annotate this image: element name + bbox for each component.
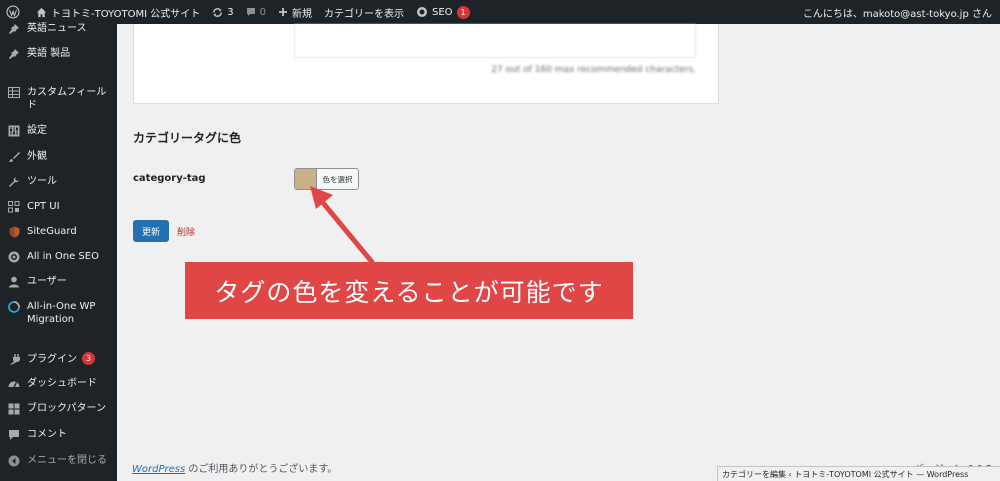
browser-status-bar: カテゴリーを編集 ‹ トヨトミ-TOYOTOMI 公式サイト — WordPre…: [717, 466, 1000, 481]
grid-icon: [7, 86, 21, 99]
admin-sidebar: 英語ニュース 英語 製品 カスタムフィールド 設定 外観 ツール CPT UI …: [0, 22, 117, 481]
sidebar-item-dashboard[interactable]: ダッシュボード: [0, 377, 117, 390]
sidebar-item-comments[interactable]: コメント: [0, 428, 117, 441]
sidebar-item-block-patterns[interactable]: ブロックパターン: [0, 402, 117, 415]
refresh-icon: [213, 7, 223, 17]
pin-icon: [7, 22, 21, 35]
character-count: 27 out of 160 max recommended characters…: [491, 65, 696, 75]
aioseo-gear-icon: [416, 7, 427, 17]
sidebar-item-custom-fields[interactable]: カスタムフィールド: [0, 86, 117, 112]
comment-icon: [7, 428, 21, 441]
pin-icon: [7, 47, 21, 60]
sidebar-item-label: ツール: [27, 176, 57, 187]
sidebar-item-settings[interactable]: 設定: [0, 124, 117, 137]
sidebar-item-label: メニューを閉じる: [27, 455, 107, 466]
seo-settings-panel: 27 out of 160 max recommended characters…: [133, 24, 719, 104]
sidebar-item-label: ブロックパターン: [27, 403, 106, 414]
sidebar-item-label: カスタムフィールド: [27, 87, 107, 111]
migration-icon: [7, 300, 21, 313]
plugin-updates-badge: 3: [82, 352, 95, 365]
brush-icon: [7, 150, 21, 163]
sidebar-item-label: 外観: [27, 151, 47, 162]
thanks-text: のご利用ありがとうございます。: [185, 464, 338, 475]
footer-thanks: WordPress のご利用ありがとうございます。: [132, 460, 337, 475]
delete-link[interactable]: 削除: [177, 225, 195, 238]
view-category-label: カテゴリーを表示: [323, 8, 404, 20]
updates-count: 3: [227, 6, 234, 18]
account-menu[interactable]: こんにちは、makoto@ast-tokyo.jp さん: [797, 0, 1000, 24]
comments-count: 0: [259, 6, 266, 18]
sidebar-item-cpt-ui[interactable]: CPT UI: [0, 200, 117, 213]
view-category-link[interactable]: カテゴリーを表示: [318, 0, 410, 24]
update-button[interactable]: 更新: [133, 220, 169, 242]
sidebar-item-label: SiteGuard: [27, 226, 77, 237]
section-title: カテゴリータグに色: [133, 131, 242, 145]
color-swatch: [295, 169, 317, 189]
sidebar-item-all-in-one-seo[interactable]: All in One SEO: [0, 250, 117, 263]
wordpress-link[interactable]: WordPress: [132, 464, 185, 475]
blocks-icon: [7, 402, 21, 415]
site-name-link[interactable]: トヨトミ-TOYOTOMI 公式サイト: [30, 0, 206, 24]
sidebar-item-label-wrap: プラグイン 3: [27, 352, 113, 366]
description-textarea[interactable]: [294, 24, 696, 58]
sidebar-item-label: 英語 製品: [27, 48, 71, 59]
home-icon: [36, 7, 47, 17]
wordpress-icon: [6, 5, 20, 19]
greeting: こんにちは、makoto@ast-tokyo.jp さん: [802, 8, 992, 20]
new-content-link[interactable]: 新規: [272, 0, 318, 24]
sidebar-item-english-products[interactable]: 英語 製品: [0, 47, 117, 60]
annotation-callout: タグの色を変えることが可能です: [185, 262, 633, 319]
color-picker-label: 色を選択: [322, 174, 353, 184]
user-icon: [7, 275, 21, 288]
siteguard-icon: [7, 225, 21, 238]
sidebar-item-label: 英語ニュース: [27, 23, 87, 34]
sidebar-item-english-news[interactable]: 英語ニュース: [0, 22, 117, 35]
collapse-menu-button[interactable]: メニューを閉じる: [0, 454, 117, 467]
sidebar-item-tools[interactable]: ツール: [0, 175, 117, 188]
sidebar-item-users[interactable]: ユーザー: [0, 275, 117, 288]
sidebar-item-label: プラグイン: [27, 354, 77, 365]
sidebar-item-label: ダッシュボード: [27, 378, 97, 389]
sidebar-item-label: コメント: [27, 429, 67, 440]
cpt-icon: [7, 200, 21, 213]
sidebar-item-label: All-in-One WP Migration: [27, 301, 96, 325]
plus-icon: [278, 8, 287, 16]
sidebar-item-plugins[interactable]: プラグイン 3: [0, 352, 117, 366]
sidebar-item-label: 設定: [27, 125, 47, 136]
wp-logo-button[interactable]: [0, 0, 30, 24]
sidebar-item-label: CPT UI: [27, 201, 60, 212]
site-name: トヨトミ-TOYOTOMI 公式サイト: [51, 8, 201, 20]
settings-icon: [7, 124, 21, 137]
sidebar-item-siteguard[interactable]: SiteGuard: [0, 225, 117, 238]
wrench-icon: [7, 175, 21, 188]
sidebar-item-appearance[interactable]: 外観: [0, 150, 117, 163]
aioseo-icon: [7, 250, 21, 263]
comments-link[interactable]: 0: [240, 0, 272, 24]
comment-bubble-icon: [246, 8, 255, 16]
updates-link[interactable]: 3: [206, 0, 239, 24]
sidebar-item-label: ユーザー: [27, 276, 67, 287]
dashboard-icon: [7, 377, 21, 390]
collapse-icon: [7, 454, 21, 467]
seo-menu[interactable]: SEO 1: [410, 0, 476, 24]
sidebar-item-wp-migration[interactable]: All-in-One WP Migration: [0, 300, 117, 326]
admin-bar: トヨトミ-TOYOTOMI 公式サイト 3 0 新規 カテゴリーを表示 SEO …: [0, 0, 1000, 24]
seo-badge: 1: [456, 5, 470, 19]
plugin-icon: [7, 352, 21, 365]
category-tag-label: category-tag: [133, 173, 206, 184]
seo-label: SEO: [431, 6, 453, 18]
color-picker-button[interactable]: 色を選択: [294, 168, 359, 190]
new-label: 新規: [291, 8, 312, 20]
sidebar-item-label: All in One SEO: [27, 251, 99, 262]
